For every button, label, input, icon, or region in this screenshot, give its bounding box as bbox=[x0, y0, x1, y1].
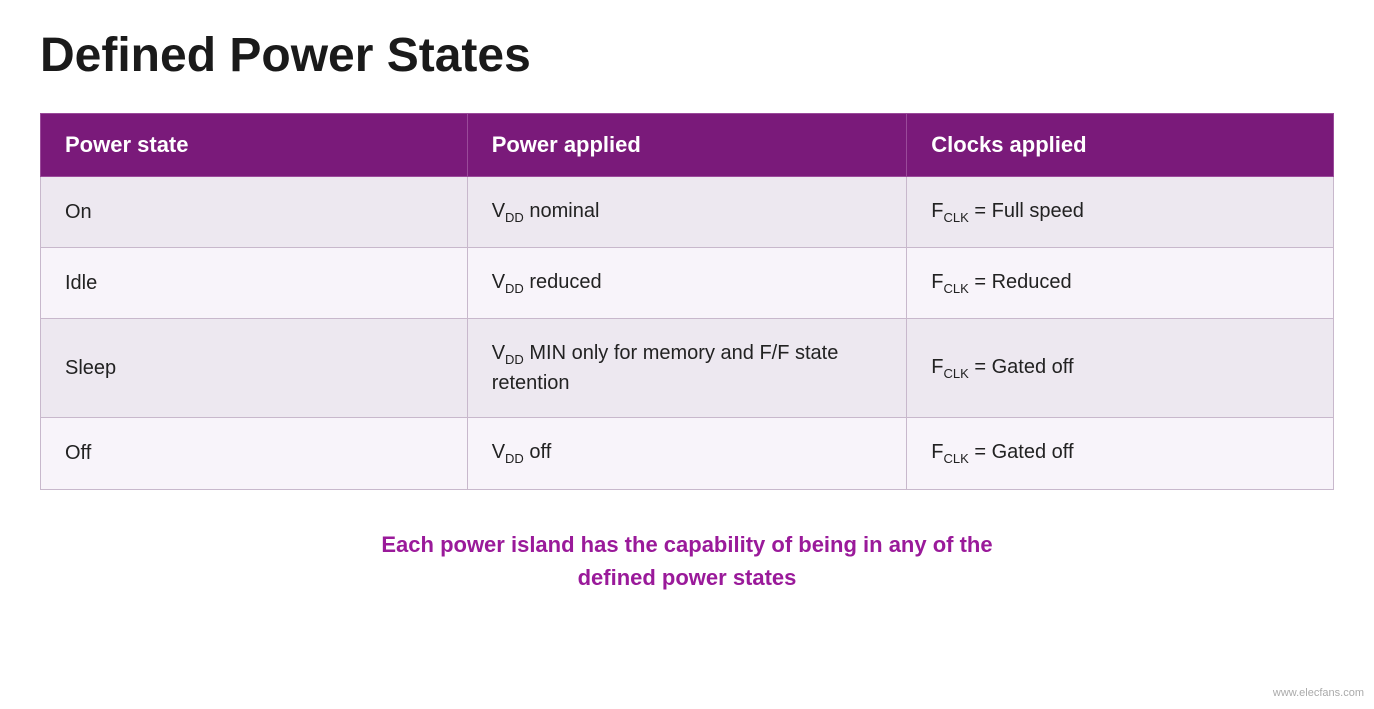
table-row: OnVDD nominalFCLK = Full speed bbox=[41, 176, 1334, 247]
cell-power: VDD MIN only for memory and F/F state re… bbox=[467, 319, 907, 418]
footer-caption: Each power island has the capability of … bbox=[40, 518, 1334, 604]
header-power-applied: Power applied bbox=[467, 113, 907, 176]
footer-line2: defined power states bbox=[40, 561, 1334, 594]
cell-state: Idle bbox=[41, 247, 468, 318]
cell-power: VDD off bbox=[467, 418, 907, 489]
header-power-state: Power state bbox=[41, 113, 468, 176]
header-clocks-applied: Clocks applied bbox=[907, 113, 1334, 176]
table-row: IdleVDD reducedFCLK = Reduced bbox=[41, 247, 1334, 318]
cell-power: VDD reduced bbox=[467, 247, 907, 318]
cell-state: On bbox=[41, 176, 468, 247]
cell-clocks: FCLK = Full speed bbox=[907, 176, 1334, 247]
cell-clocks: FCLK = Gated off bbox=[907, 418, 1334, 489]
cell-state: Sleep bbox=[41, 319, 468, 418]
page-title: Defined Power States bbox=[40, 30, 1334, 83]
cell-clocks: FCLK = Reduced bbox=[907, 247, 1334, 318]
cell-clocks: FCLK = Gated off bbox=[907, 319, 1334, 418]
cell-power: VDD nominal bbox=[467, 176, 907, 247]
watermark: www.elecfans.com bbox=[1273, 687, 1364, 699]
table-row: SleepVDD MIN only for memory and F/F sta… bbox=[41, 319, 1334, 418]
footer-line1: Each power island has the capability of … bbox=[40, 528, 1334, 561]
cell-state: Off bbox=[41, 418, 468, 489]
power-states-table: Power state Power applied Clocks applied… bbox=[40, 113, 1334, 490]
table-row: OffVDD offFCLK = Gated off bbox=[41, 418, 1334, 489]
